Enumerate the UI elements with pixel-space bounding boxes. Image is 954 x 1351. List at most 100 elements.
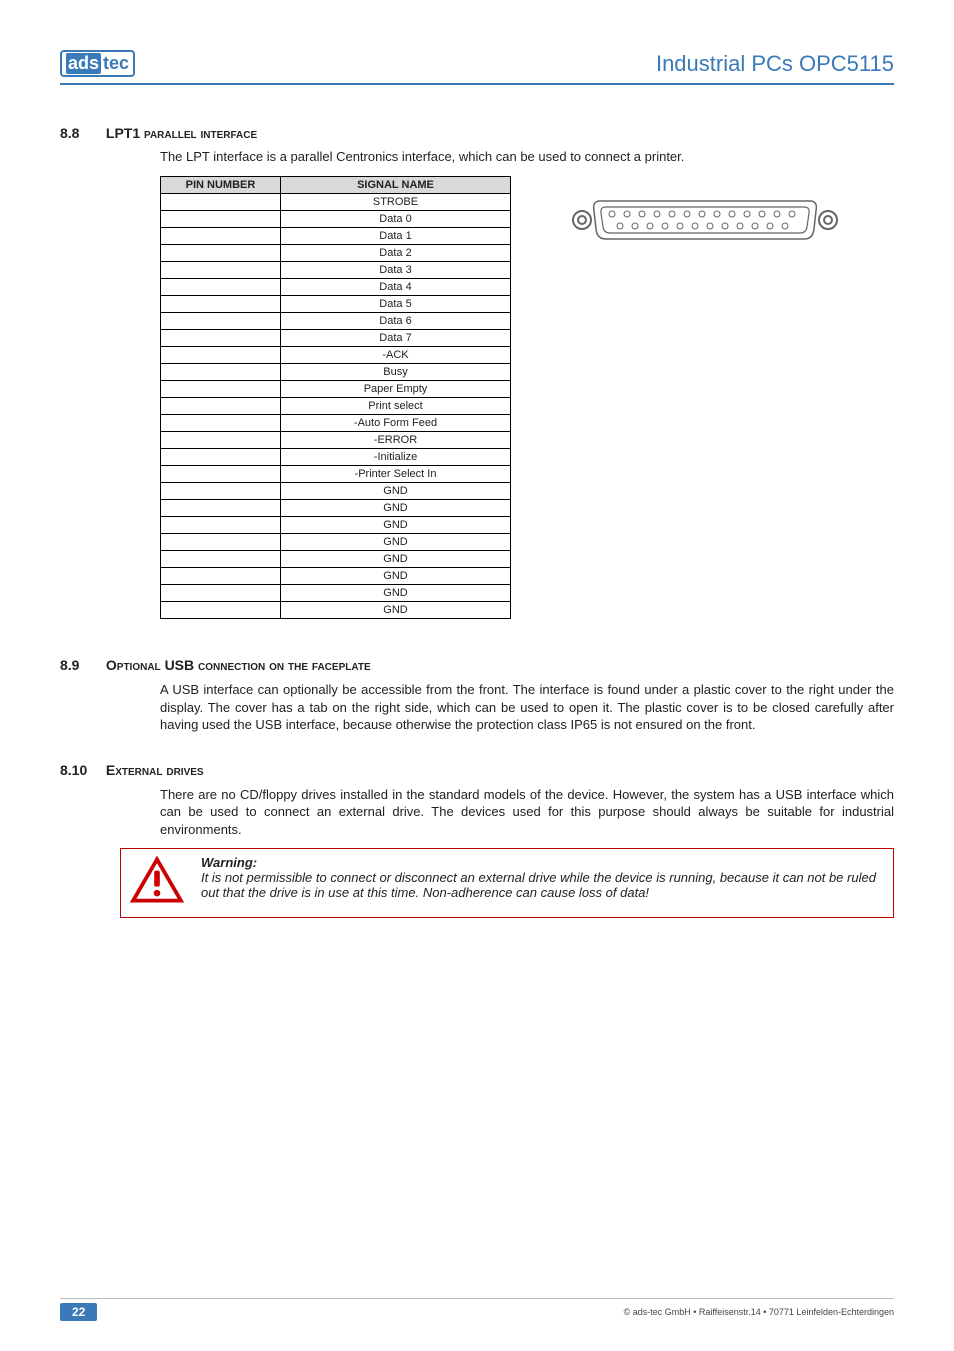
pin-cell <box>161 279 281 296</box>
table-row: GND <box>161 602 511 619</box>
document-title: Industrial PCs OPC5115 <box>656 51 894 77</box>
signal-cell: Data 0 <box>281 211 511 228</box>
page-number: 22 <box>60 1303 97 1321</box>
signal-cell: Data 7 <box>281 330 511 347</box>
warning-title: Warning: <box>201 855 883 870</box>
pin-cell <box>161 466 281 483</box>
pin-cell <box>161 194 281 211</box>
signal-cell: Paper Empty <box>281 381 511 398</box>
table-row: Data 7 <box>161 330 511 347</box>
heading-bold: LPT1 <box>106 125 140 141</box>
heading-usb: USB <box>165 657 195 673</box>
heading-rest: xternal drives <box>115 762 203 778</box>
pin-cell <box>161 449 281 466</box>
table-row: Busy <box>161 364 511 381</box>
pin-cell <box>161 245 281 262</box>
section-8-10-body: There are no CD/floppy drives installed … <box>160 786 894 839</box>
pin-cell <box>161 483 281 500</box>
pin-cell <box>161 262 281 279</box>
pin-cell <box>161 500 281 517</box>
heading-rest2: connection on the faceplate <box>194 657 371 673</box>
heading-cap: O <box>106 657 117 673</box>
pin-cell <box>161 432 281 449</box>
pin-cell <box>161 313 281 330</box>
table-row: GND <box>161 534 511 551</box>
pin-cell <box>161 228 281 245</box>
signal-cell: Data 4 <box>281 279 511 296</box>
pin-cell <box>161 415 281 432</box>
table-row: Data 1 <box>161 228 511 245</box>
pin-cell <box>161 568 281 585</box>
heading-smallcaps: parallel interface <box>140 125 257 141</box>
page-footer: 22 © ads-tec GmbH • Raiffeisenstr.14 • 7… <box>60 1298 894 1321</box>
copyright-text: © ads-tec GmbH • Raiffeisenstr.14 • 7077… <box>624 1307 894 1317</box>
section-8-8-intro: The LPT interface is a parallel Centroni… <box>160 149 894 164</box>
table-row: GND <box>161 551 511 568</box>
table-row: STROBE <box>161 194 511 211</box>
pin-cell <box>161 296 281 313</box>
signal-cell: Data 1 <box>281 228 511 245</box>
page-header: ads tec Industrial PCs OPC5115 <box>60 50 894 85</box>
section-number: 8.10 <box>60 762 102 778</box>
signal-cell: GND <box>281 585 511 602</box>
logo: ads tec <box>60 50 135 77</box>
table-row: -ERROR <box>161 432 511 449</box>
table-row: Paper Empty <box>161 381 511 398</box>
table-row: -ACK <box>161 347 511 364</box>
heading-cap: E <box>106 762 115 778</box>
table-row: GND <box>161 517 511 534</box>
signal-cell: -Auto Form Feed <box>281 415 511 432</box>
section-8-9-heading: 8.9 Optional USB connection on the facep… <box>60 657 894 673</box>
connector-icon <box>570 195 840 245</box>
signal-cell: GND <box>281 551 511 568</box>
table-row: Data 3 <box>161 262 511 279</box>
signal-cell: -Initialize <box>281 449 511 466</box>
signal-cell: Busy <box>281 364 511 381</box>
pin-cell <box>161 330 281 347</box>
section-number: 8.9 <box>60 657 102 673</box>
warning-icon <box>127 853 187 907</box>
signal-cell: GND <box>281 500 511 517</box>
signal-cell: Print select <box>281 398 511 415</box>
table-row: GND <box>161 568 511 585</box>
signal-cell: Data 3 <box>281 262 511 279</box>
section-8-8-heading: 8.8 LPT1 parallel interface <box>60 125 894 141</box>
signal-cell: STROBE <box>281 194 511 211</box>
table-row: Data 2 <box>161 245 511 262</box>
pin-cell <box>161 364 281 381</box>
table-row: Data 4 <box>161 279 511 296</box>
pin-cell <box>161 517 281 534</box>
table-row: -Printer Select In <box>161 466 511 483</box>
signal-cell: GND <box>281 483 511 500</box>
pin-cell <box>161 211 281 228</box>
signal-cell: GND <box>281 517 511 534</box>
logo-text-left: ads <box>66 53 101 74</box>
table-row: Data 0 <box>161 211 511 228</box>
warning-body: It is not permissible to connect or disc… <box>201 870 883 900</box>
signal-cell: GND <box>281 602 511 619</box>
pin-cell <box>161 602 281 619</box>
signal-cell: GND <box>281 534 511 551</box>
signal-cell: -ERROR <box>281 432 511 449</box>
pin-cell <box>161 585 281 602</box>
table-row: Print select <box>161 398 511 415</box>
pin-cell <box>161 551 281 568</box>
signal-cell: Data 5 <box>281 296 511 313</box>
signal-header: SIGNAL NAME <box>281 177 511 194</box>
pin-header: PIN NUMBER <box>161 177 281 194</box>
section-8-10-heading: 8.10 External drives <box>60 762 894 778</box>
pin-cell <box>161 398 281 415</box>
logo-text-right: tec <box>101 53 129 74</box>
table-row: GND <box>161 483 511 500</box>
warning-box: Warning: It is not permissible to connec… <box>120 848 894 918</box>
pin-table: PIN NUMBER SIGNAL NAME STROBEData 0Data … <box>160 176 511 619</box>
pin-cell <box>161 381 281 398</box>
signal-cell: GND <box>281 568 511 585</box>
table-row: GND <box>161 500 511 517</box>
heading-rest: ptional <box>117 657 165 673</box>
table-row: GND <box>161 585 511 602</box>
pin-cell <box>161 347 281 364</box>
table-row: Data 6 <box>161 313 511 330</box>
table-row: -Initialize <box>161 449 511 466</box>
signal-cell: Data 6 <box>281 313 511 330</box>
